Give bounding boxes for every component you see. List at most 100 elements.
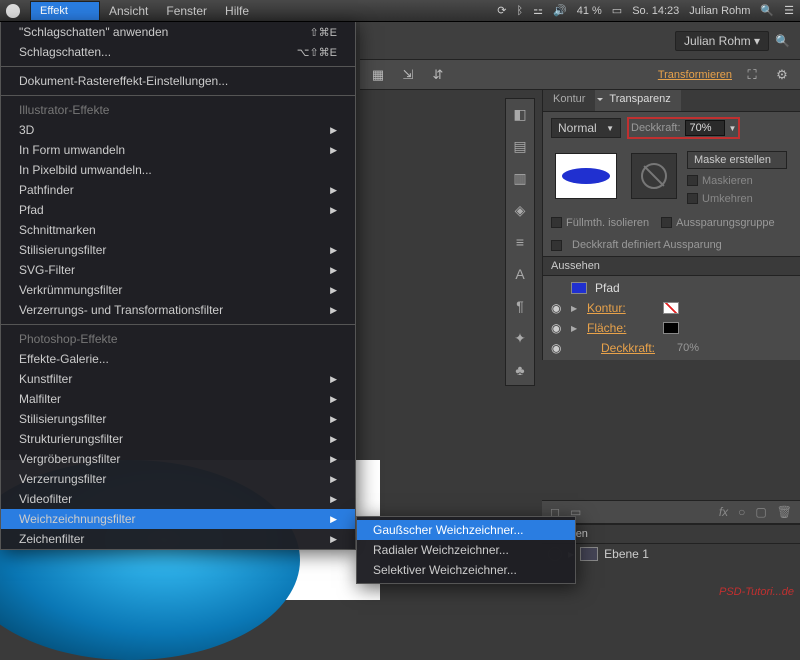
menu-convert-shape[interactable]: In Form umwandeln▶ [1,140,355,160]
isolate-check[interactable]: Füllmth. isolieren [551,215,649,229]
menu-path[interactable]: Pfad▶ [1,200,355,220]
menu-warp[interactable]: Verkrümmungsfilter▶ [1,280,355,300]
menu-distort[interactable]: Verzerrungsfilter▶ [1,469,355,489]
isolate-icon[interactable]: ⛶ [742,65,762,85]
opacity-input[interactable]: 70% [685,120,725,136]
fx-icon[interactable]: fx [719,505,728,519]
arrange-icon[interactable]: ⇲ [398,65,418,85]
opacity-label: Deckkraft: [631,122,681,134]
menu-pixelate[interactable]: Vergröberungsfilter▶ [1,449,355,469]
menu-video[interactable]: Videofilter▶ [1,489,355,509]
blend-mode-select[interactable]: Normal▼ [551,118,621,138]
notification-icon[interactable]: ☰ [784,4,794,17]
object-swatch [571,282,587,294]
panel-icon-type[interactable]: A [511,265,529,283]
transparency-row: Normal▼ Deckkraft: 70% ▼ [543,112,800,144]
menubar-status: ⟳ ᛒ ⚍ 🔊 41 % ▭ So. 14:23 Julian Rohm 🔍 ☰ [497,4,794,17]
menu-cropmarks[interactable]: Schnittmarken [1,220,355,240]
app-topbar: Julian Rohm ▾ 🔍 [360,22,800,60]
sync-icon: ⟳ [497,4,506,17]
appearance-fill[interactable]: ◉▶ Fläche: [543,318,800,338]
control-bar: ▦ ⇲ ⇵ Transformieren ⛶ ⚙ [360,60,800,90]
menu-pathfinder[interactable]: Pathfinder▶ [1,180,355,200]
mask-thumbnail[interactable] [631,153,677,199]
visibility-icon[interactable]: ◉ [551,301,563,315]
visibility-icon[interactable]: ◉ [551,321,563,335]
knockout-check[interactable]: Aussparungsgruppe [661,215,774,229]
effekt-menu: "Schlagschatten" anwenden⇧⌘E Schlagschat… [0,22,356,550]
battery-percent: 41 % [577,5,602,17]
object-thumbnail[interactable] [555,153,617,199]
menu-stylize-ai[interactable]: Stilisierungsfilter▶ [1,240,355,260]
menu-effekt[interactable]: Effekt [30,1,100,21]
panel-icon-color[interactable]: ◧ [511,105,529,123]
menu-ansicht[interactable]: Ansicht [100,1,157,21]
make-mask-button[interactable]: Maske erstellen [687,151,787,169]
menu-rasterize[interactable]: In Pixelbild umwandeln... [1,160,355,180]
layer-name[interactable]: Ebene 1 [604,547,649,561]
layers-title[interactable]: Ebenen [542,524,800,544]
distribute-icon[interactable]: ⇵ [428,65,448,85]
clear-appr-icon[interactable]: ○ [738,505,745,519]
appearance-object[interactable]: Pfad [543,278,800,298]
mask-row: Maske erstellen Maskieren Umkehren [543,144,800,210]
menu-sketch[interactable]: Zeichenfilter▶ [1,529,355,549]
visibility-icon[interactable]: ◉ [551,341,563,355]
submenu-smart-blur[interactable]: Selektiver Weichzeichner... [357,560,575,580]
mask-clip-check[interactable]: Maskieren [687,173,787,187]
menu-fenster[interactable]: Fenster [157,1,216,21]
workspace-name[interactable]: Julian Rohm ▾ [675,31,769,51]
clock: So. 14:23 [632,5,679,17]
appearance-footer: ◻ ▭ fx ○ ▢ 🗑 [542,501,800,524]
menu-last-effect[interactable]: Schlagschatten...⌥⇧⌘E [1,42,355,62]
layer-row[interactable]: ▶ Ebene 1 [542,544,800,564]
stroke-swatch[interactable] [663,302,679,314]
align-icon[interactable]: ▦ [368,65,388,85]
collapsed-panels: ◧ ▤ ▥ ◈ ≡ A ¶ ✦ ♣ [505,98,535,386]
opacity-dropdown-icon[interactable]: ▼ [729,124,737,133]
mask-invert-check[interactable]: Umkehren [687,191,787,205]
apple-logo-icon[interactable] [6,4,20,18]
trash-icon[interactable]: 🗑 [777,505,792,519]
fill-swatch[interactable] [663,322,679,334]
panel-icon-symbols[interactable]: ◈ [511,201,529,219]
appearance-opacity[interactable]: ◉ Deckkraft: 70% [543,338,800,358]
panel-icon-brushes[interactable]: ▥ [511,169,529,187]
panel-icon-other[interactable]: ♣ [511,361,529,379]
menubar-user: Julian Rohm [689,5,750,17]
tab-kontur[interactable]: Kontur [543,90,595,111]
submenu-radial-blur[interactable]: Radialer Weichzeichner... [357,540,575,560]
macos-menubar: Effekt Ansicht Fenster Hilfe ⟳ ᛒ ⚍ 🔊 41 … [0,0,800,22]
appearance-stroke[interactable]: ◉▶ Kontur: [543,298,800,318]
menu-header-ps: Photoshop-Effekte [1,329,355,349]
menu-effect-gallery[interactable]: Effekte-Galerie... [1,349,355,369]
menu-svg-filter[interactable]: SVG-Filter▶ [1,260,355,280]
layers-panel: ◻ ▭ fx ○ ▢ 🗑 Ebenen ▶ Ebene 1 [542,500,800,564]
panel-icon-swatches[interactable]: ▤ [511,137,529,155]
layer-thumbnail [580,547,598,561]
options-icon[interactable]: ⚙ [772,65,792,85]
panel-icon-stroke[interactable]: ≡ [511,233,529,251]
spotlight-icon[interactable]: 🔍 [760,4,774,17]
menu-hilfe[interactable]: Hilfe [216,1,258,21]
workspace-switcher[interactable]: Julian Rohm ▾ 🔍 [675,31,790,51]
menu-blur[interactable]: Weichzeichnungsfilter▶ [1,509,355,529]
opacity-define-row[interactable]: Deckkraft definiert Aussparung [543,234,800,256]
menu-distort-transform[interactable]: Verzerrungs- und Transformationsfilter▶ [1,300,355,320]
menu-brush-strokes[interactable]: Malfilter▶ [1,389,355,409]
panel-icon-para[interactable]: ¶ [511,297,529,315]
transform-link[interactable]: Transformieren [658,69,732,81]
menu-texture[interactable]: Strukturierungsfilter▶ [1,429,355,449]
menu-stylize-ps[interactable]: Stilisierungsfilter▶ [1,409,355,429]
tab-transparenz[interactable]: Transparenz [595,90,680,111]
menu-3d[interactable]: 3D▶ [1,120,355,140]
appearance-title[interactable]: Aussehen [543,256,800,276]
new-icon[interactable]: ▢ [755,505,766,519]
search-icon[interactable]: 🔍 [775,34,790,48]
menu-raster-settings[interactable]: Dokument-Rastereffekt-Einstellungen... [1,71,355,91]
battery-icon: ▭ [612,4,622,17]
submenu-gaussian-blur[interactable]: Gaußscher Weichzeichner... [357,520,575,540]
menu-artistic[interactable]: Kunstfilter▶ [1,369,355,389]
panel-icon-graphic[interactable]: ✦ [511,329,529,347]
menu-apply-last[interactable]: "Schlagschatten" anwenden⇧⌘E [1,22,355,42]
